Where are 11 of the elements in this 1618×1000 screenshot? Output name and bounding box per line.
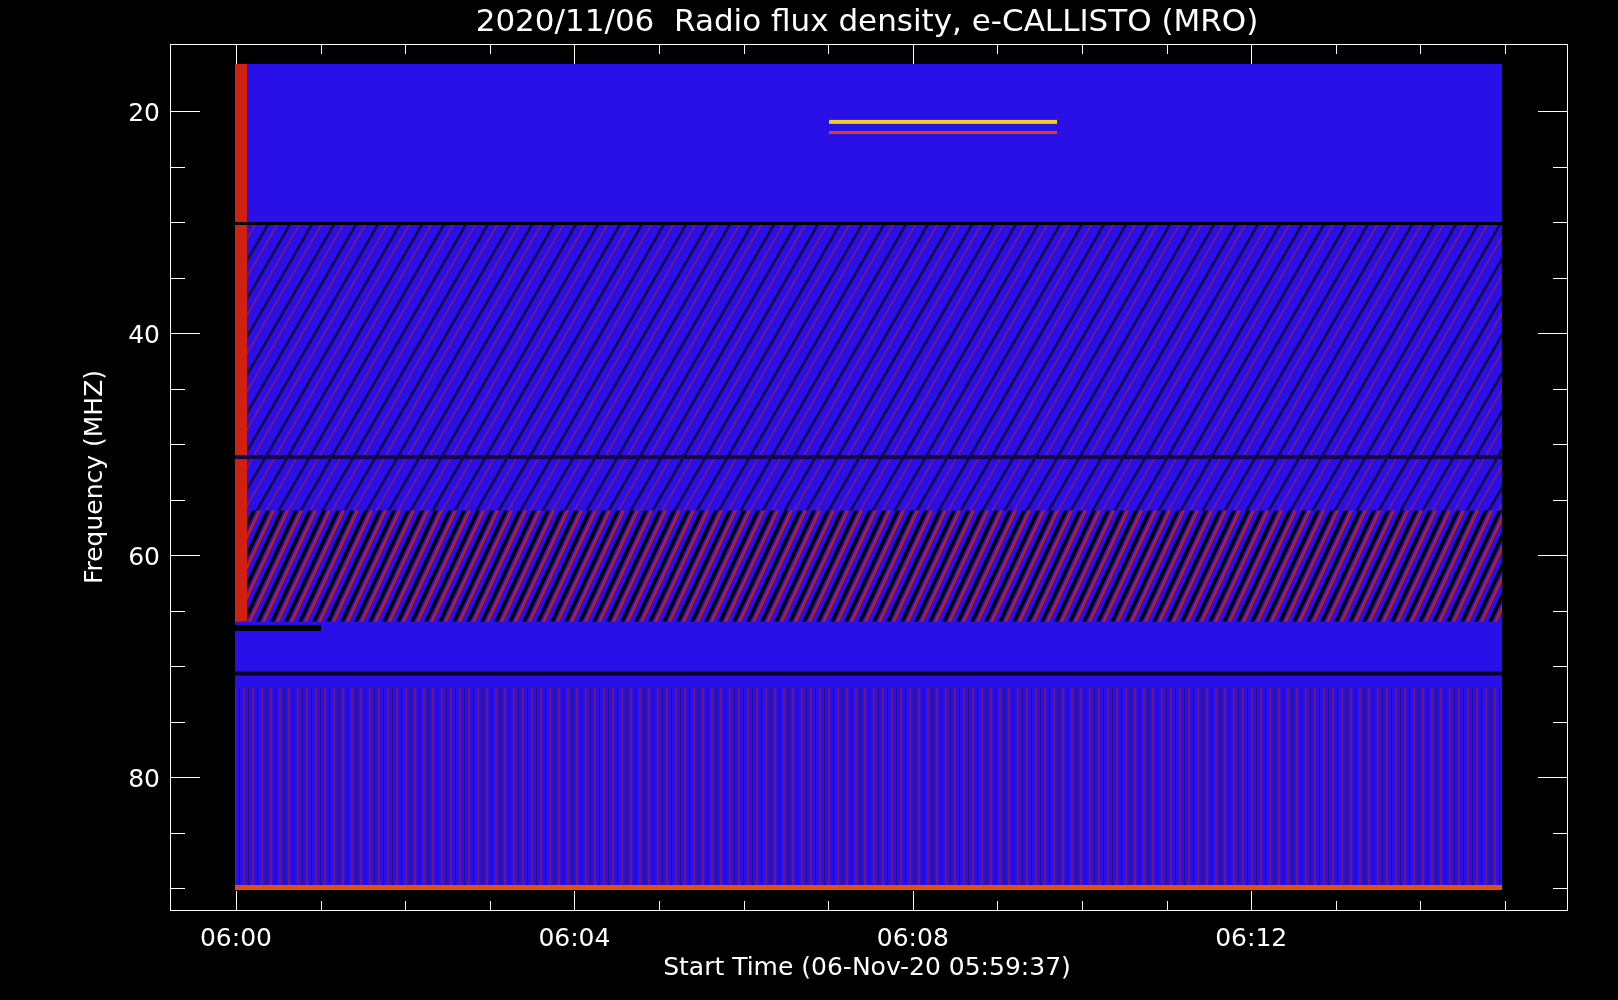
chart-title: 2020/11/06 Radio flux density, e-CALLISTO (MRO) bbox=[475, 2, 1259, 38]
axis-tick-label: 06:00 bbox=[200, 923, 272, 952]
axis-tick-label: 60 bbox=[128, 542, 160, 571]
axis-title: Start Time (06-Nov-20 05:59:37) bbox=[663, 952, 1071, 981]
axis-tick-label: 06:08 bbox=[876, 923, 949, 952]
axis-title: Frequency (MHZ) bbox=[79, 369, 108, 585]
axis-tick-label: 40 bbox=[128, 320, 160, 349]
axis-tick-label: 80 bbox=[128, 764, 160, 793]
axis-tick-label: 06:04 bbox=[538, 923, 611, 952]
axis-tick-label: 06:12 bbox=[1215, 923, 1288, 952]
axis-tick-label: 20 bbox=[128, 98, 160, 127]
